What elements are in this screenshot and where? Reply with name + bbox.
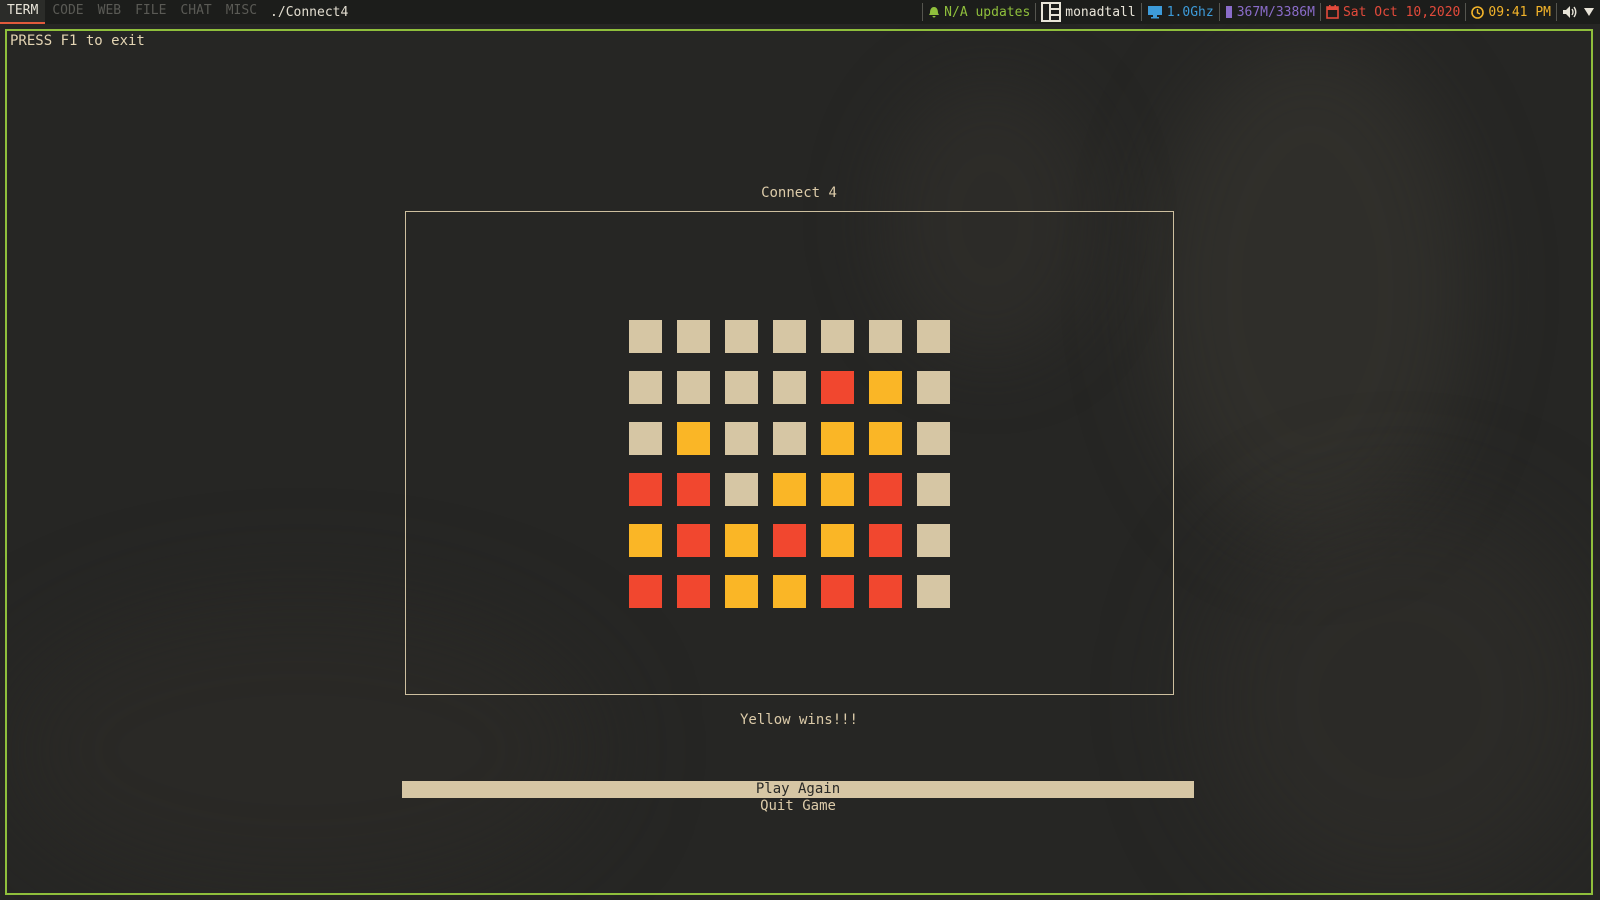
board-cell-empty bbox=[629, 371, 662, 404]
top-bar: TERM CODE WEB FILE CHAT MISC ./Connect4 N/A u… bbox=[0, 0, 1600, 24]
layout-widget[interactable]: monadtall bbox=[1038, 0, 1138, 24]
quit-game-button[interactable]: Quit Game bbox=[402, 798, 1194, 815]
separator bbox=[1465, 3, 1467, 21]
clock-widget: 09:41 PM bbox=[1468, 0, 1554, 24]
memory-widget: 367M/3386M bbox=[1222, 0, 1318, 24]
board-cell-red bbox=[821, 575, 854, 608]
board-cell-yellow bbox=[773, 575, 806, 608]
board-cell-yellow bbox=[821, 422, 854, 455]
board-cell-empty bbox=[917, 371, 950, 404]
date-text: Sat Oct 10,2020 bbox=[1342, 4, 1461, 20]
separator bbox=[1140, 3, 1142, 21]
board-cell-yellow bbox=[629, 524, 662, 557]
group-tab-file[interactable]: FILE bbox=[128, 0, 173, 24]
separator bbox=[1556, 3, 1557, 21]
board-cell-yellow bbox=[725, 575, 758, 608]
board-cell-empty bbox=[677, 320, 710, 353]
board-cell-empty bbox=[917, 524, 950, 557]
separator bbox=[1035, 3, 1037, 21]
board-cell-empty bbox=[821, 320, 854, 353]
layout-name: monadtall bbox=[1065, 4, 1136, 20]
updates-text: N/A updates bbox=[944, 4, 1031, 20]
board-cell-empty bbox=[725, 371, 758, 404]
board-cell-yellow bbox=[869, 422, 902, 455]
date-widget: Sat Oct 10,2020 bbox=[1323, 0, 1463, 24]
separator bbox=[1218, 3, 1220, 21]
game-board bbox=[629, 320, 950, 608]
board-cell-empty bbox=[629, 422, 662, 455]
board-cell-yellow bbox=[725, 524, 758, 557]
separator bbox=[1319, 3, 1321, 21]
board-cell-empty bbox=[917, 575, 950, 608]
board-cell-red bbox=[677, 524, 710, 557]
monitor-icon bbox=[1147, 6, 1162, 19]
board-cell-red bbox=[821, 371, 854, 404]
layout-icon bbox=[1041, 2, 1062, 22]
board-cell-empty bbox=[725, 320, 758, 353]
separator bbox=[922, 3, 924, 21]
board-cell-empty bbox=[725, 422, 758, 455]
board-cell-empty bbox=[725, 473, 758, 506]
board-cell-red bbox=[677, 473, 710, 506]
board-cell-empty bbox=[869, 320, 902, 353]
group-tab-code[interactable]: CODE bbox=[45, 0, 90, 24]
board-cell-empty bbox=[917, 320, 950, 353]
board-cell-red bbox=[629, 473, 662, 506]
terminal-window[interactable]: PRESS F1 to exit Connect 4 Yellow wins!!… bbox=[5, 29, 1593, 895]
board-cell-empty bbox=[773, 371, 806, 404]
board-cell-red bbox=[869, 473, 902, 506]
board-cell-empty bbox=[629, 320, 662, 353]
memory-usage: 367M/3386M bbox=[1236, 4, 1315, 20]
group-tab-chat[interactable]: CHAT bbox=[173, 0, 218, 24]
board-cell-red bbox=[629, 575, 662, 608]
bell-icon bbox=[929, 6, 940, 17]
board-cell-empty bbox=[773, 320, 806, 353]
exit-hint: PRESS F1 to exit bbox=[10, 33, 145, 49]
group-tab-term[interactable]: TERM bbox=[0, 0, 46, 24]
systray-menu-button[interactable] bbox=[1581, 0, 1600, 24]
clock-icon bbox=[1471, 5, 1485, 19]
board-cell-empty bbox=[917, 422, 950, 455]
board-cell-empty bbox=[773, 422, 806, 455]
board-cell-yellow bbox=[677, 422, 710, 455]
time-text: 09:41 PM bbox=[1488, 4, 1551, 20]
calendar-icon bbox=[1326, 5, 1339, 19]
volume-button[interactable] bbox=[1559, 0, 1581, 24]
board-cell-empty bbox=[677, 371, 710, 404]
board-cell-yellow bbox=[821, 524, 854, 557]
cpu-widget: 1.0Ghz bbox=[1144, 0, 1217, 24]
game-title: Connect 4 bbox=[761, 185, 837, 201]
board-cell-red bbox=[869, 524, 902, 557]
board-frame bbox=[405, 211, 1174, 695]
play-again-button[interactable]: Play Again bbox=[402, 781, 1194, 798]
board-cell-yellow bbox=[869, 371, 902, 404]
game-menu: Play Again Quit Game bbox=[402, 781, 1194, 815]
group-tab-web[interactable]: WEB bbox=[91, 0, 128, 24]
speaker-icon bbox=[1563, 6, 1577, 18]
board-cell-red bbox=[773, 524, 806, 557]
triangle-down-icon bbox=[1584, 8, 1594, 16]
group-tab-misc[interactable]: MISC bbox=[219, 0, 264, 24]
board-cell-yellow bbox=[821, 473, 854, 506]
updates-widget[interactable]: N/A updates bbox=[925, 0, 1033, 24]
board-cell-red bbox=[869, 575, 902, 608]
cpu-frequency: 1.0Ghz bbox=[1166, 4, 1214, 20]
board-cell-red bbox=[677, 575, 710, 608]
memory-icon bbox=[1225, 6, 1232, 18]
board-cell-empty bbox=[917, 473, 950, 506]
board-cell-yellow bbox=[773, 473, 806, 506]
game-status: Yellow wins!!! bbox=[739, 712, 858, 728]
group-box: TERM CODE WEB FILE CHAT MISC bbox=[0, 0, 264, 24]
window-title: ./Connect4 bbox=[270, 4, 349, 20]
